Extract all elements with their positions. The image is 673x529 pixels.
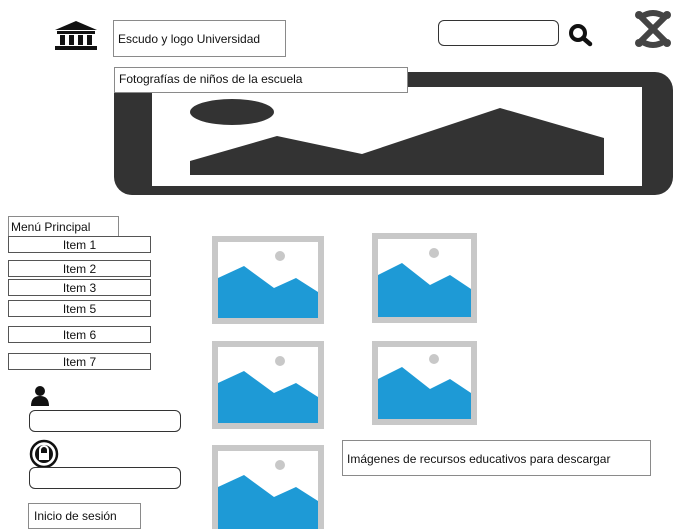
- resource-image-2[interactable]: [372, 233, 477, 323]
- resources-caption: Imágenes de recursos educativos para des…: [342, 440, 651, 476]
- password-field[interactable]: [29, 467, 181, 489]
- search-icon[interactable]: [568, 23, 594, 47]
- image-placeholder-icon: [378, 248, 471, 317]
- menu-item-7[interactable]: Item 7: [8, 353, 151, 370]
- search-input[interactable]: [438, 20, 559, 46]
- menu-item-1[interactable]: Item 1: [8, 236, 151, 253]
- menu-item-3[interactable]: Item 3: [8, 279, 151, 296]
- lock-icon: [29, 439, 59, 469]
- university-icon: [53, 20, 99, 50]
- image-placeholder-icon: [218, 251, 318, 318]
- resource-image-4[interactable]: [372, 341, 477, 425]
- menu-item-5[interactable]: Item 5: [8, 300, 151, 317]
- user-icon: [30, 385, 50, 407]
- banner-caption: Fotografías de niños de la escuela: [114, 67, 408, 93]
- image-placeholder-icon: [218, 460, 318, 529]
- joomla-icon: [633, 9, 673, 49]
- resource-image-1[interactable]: [212, 236, 324, 324]
- username-field[interactable]: [29, 410, 181, 432]
- image-placeholder-icon: [378, 354, 471, 419]
- login-button[interactable]: Inicio de sesión: [28, 503, 141, 529]
- resource-image-3[interactable]: [212, 341, 324, 429]
- resource-image-5[interactable]: [212, 445, 324, 529]
- menu-item-6[interactable]: Item 6: [8, 326, 151, 343]
- university-logo-label: Escudo y logo Universidad: [113, 20, 286, 57]
- menu-item-2[interactable]: Item 2: [8, 260, 151, 277]
- image-placeholder-icon: [218, 356, 318, 423]
- main-menu: Menú Principal Item 1 Item 2 Item 3 Item…: [8, 216, 151, 374]
- menu-title: Menú Principal: [8, 216, 119, 237]
